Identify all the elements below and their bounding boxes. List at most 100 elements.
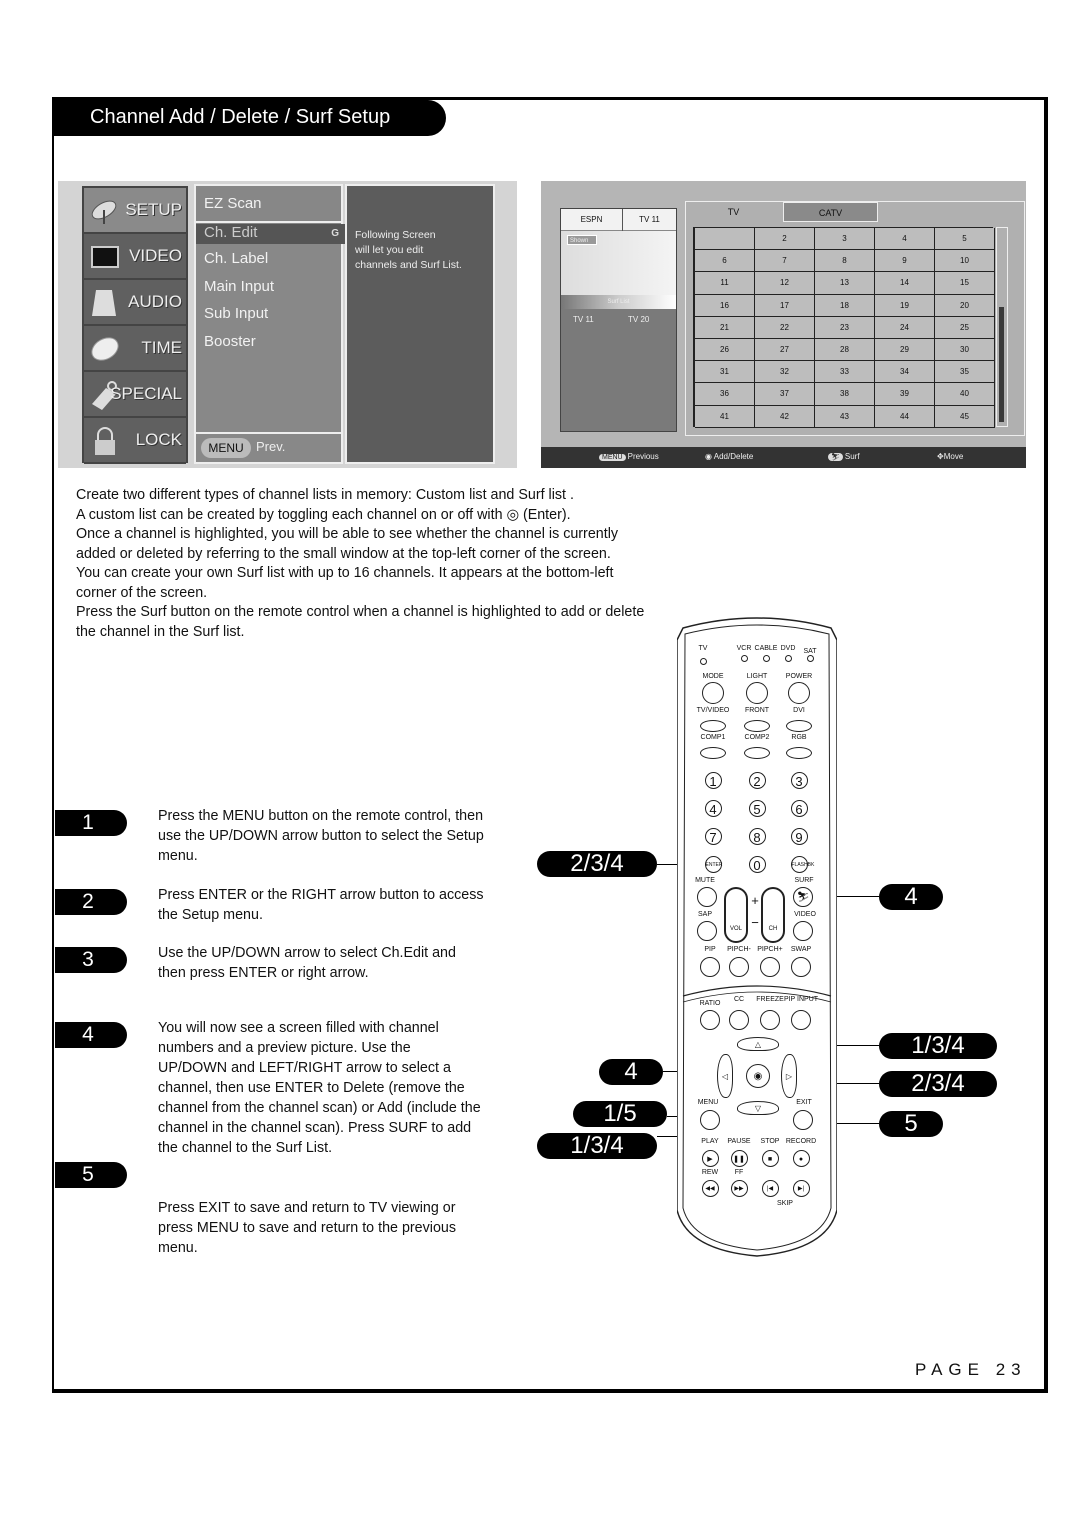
- channel-cell[interactable]: 29: [875, 339, 935, 362]
- menu-category-video[interactable]: VIDEO: [84, 234, 186, 280]
- channel-cell[interactable]: 2: [755, 228, 815, 251]
- dvi-button[interactable]: [786, 720, 812, 732]
- comp2-button[interactable]: [744, 747, 770, 759]
- channel-cell[interactable]: 35: [935, 361, 995, 384]
- tab-catv[interactable]: CATV: [783, 202, 878, 222]
- pipch--button[interactable]: [729, 957, 749, 977]
- channel-cell[interactable]: 33: [815, 361, 875, 384]
- channel-cell[interactable]: 5: [935, 228, 995, 251]
- channel-cell[interactable]: 36: [695, 383, 755, 406]
- channel-cell[interactable]: 18: [815, 294, 875, 317]
- pip-input-button[interactable]: [791, 1010, 811, 1030]
- rgb-button[interactable]: [786, 747, 812, 759]
- digit-flashbk-button[interactable]: FLASHBK: [790, 855, 814, 873]
- source-led-vcr[interactable]: [740, 654, 748, 662]
- channel-cell[interactable]: 32: [755, 361, 815, 384]
- channel-cell[interactable]: 3: [815, 228, 875, 251]
- channel-cell[interactable]: 12: [755, 272, 815, 295]
- mode-button[interactable]: [702, 682, 724, 704]
- menu-category-lock[interactable]: LOCK: [84, 418, 186, 464]
- channel-cell[interactable]: 44: [875, 405, 935, 428]
- channel-rocker[interactable]: [761, 887, 785, 943]
- up-arrow-button[interactable]: △: [737, 1037, 779, 1051]
- channel-cell[interactable]: [695, 228, 755, 251]
- digit-7-button[interactable]: 7: [704, 827, 722, 845]
- skip-back-button[interactable]: |◀: [761, 1179, 779, 1197]
- submenu-item-booster[interactable]: Booster: [204, 333, 256, 350]
- volume-rocker[interactable]: [724, 887, 748, 943]
- channel-cell[interactable]: 25: [935, 316, 995, 339]
- menu-category-special[interactable]: SPECIAL: [84, 372, 186, 418]
- channel-cell[interactable]: 28: [815, 339, 875, 362]
- channel-cell[interactable]: 17: [755, 294, 815, 317]
- digit-5-button[interactable]: 5: [748, 799, 766, 817]
- submenu-item-main-input[interactable]: Main Input: [204, 278, 274, 295]
- surf-list-item[interactable]: TV 20: [628, 315, 649, 324]
- channel-cell[interactable]: 4: [875, 228, 935, 251]
- submenu-item-ch-label[interactable]: Ch. Label: [204, 250, 268, 267]
- channel-cell[interactable]: 16: [695, 294, 755, 317]
- digit-2-button[interactable]: 2: [748, 771, 766, 789]
- channel-cell[interactable]: 41: [695, 405, 755, 428]
- light-button[interactable]: [746, 682, 768, 704]
- channel-grid-scrollbar[interactable]: [996, 227, 1008, 427]
- channel-cell[interactable]: 8: [815, 250, 875, 273]
- channel-cell[interactable]: 24: [875, 316, 935, 339]
- source-led-dvd[interactable]: [784, 654, 792, 662]
- cc-button[interactable]: [729, 1010, 749, 1030]
- digit-4-button[interactable]: 4: [704, 799, 722, 817]
- digit-0-button[interactable]: 0: [748, 855, 766, 873]
- stop-button[interactable]: ■: [761, 1149, 779, 1167]
- channel-cell[interactable]: 37: [755, 383, 815, 406]
- channel-cell[interactable]: 22: [755, 316, 815, 339]
- enter-center-button[interactable]: ◉: [746, 1064, 770, 1088]
- digit-1-button[interactable]: 1: [704, 771, 722, 789]
- digit-6-button[interactable]: 6: [790, 799, 808, 817]
- menu-category-setup[interactable]: SETUP: [84, 188, 186, 234]
- submenu-item-sub-input[interactable]: Sub Input: [204, 305, 268, 322]
- digit-enter-button[interactable]: ENTER: [704, 855, 722, 873]
- tab-tv[interactable]: TV: [686, 202, 781, 222]
- right-arrow-button[interactable]: ▷: [781, 1054, 797, 1098]
- channel-cell[interactable]: 31: [695, 361, 755, 384]
- channel-cell[interactable]: 27: [755, 339, 815, 362]
- channel-cell[interactable]: 6: [695, 250, 755, 273]
- sap-button[interactable]: [697, 921, 717, 941]
- channel-cell[interactable]: 9: [875, 250, 935, 273]
- front-button[interactable]: [744, 720, 770, 732]
- freeze-button[interactable]: [760, 1010, 780, 1030]
- pipch+-button[interactable]: [760, 957, 780, 977]
- scrollbar-thumb[interactable]: [999, 307, 1004, 422]
- channel-cell[interactable]: 34: [875, 361, 935, 384]
- comp1-button[interactable]: [700, 747, 726, 759]
- channel-cell[interactable]: 40: [935, 383, 995, 406]
- channel-cell[interactable]: 42: [755, 405, 815, 428]
- record-button[interactable]: ●: [792, 1149, 810, 1167]
- ratio-button[interactable]: [700, 1010, 720, 1030]
- fast-forward-button[interactable]: ▶▶: [730, 1179, 748, 1197]
- exit-button[interactable]: [793, 1110, 813, 1130]
- channel-cell[interactable]: 21: [695, 316, 755, 339]
- channel-cell[interactable]: 39: [875, 383, 935, 406]
- channel-cell[interactable]: 7: [755, 250, 815, 273]
- channel-cell[interactable]: 14: [875, 272, 935, 295]
- channel-cell[interactable]: 10: [935, 250, 995, 273]
- menu-button[interactable]: [700, 1110, 720, 1130]
- channel-cell[interactable]: 38: [815, 383, 875, 406]
- channel-cell[interactable]: 43: [815, 405, 875, 428]
- channel-cell[interactable]: 15: [935, 272, 995, 295]
- play-button[interactable]: ▶: [701, 1149, 719, 1167]
- menu-category-time[interactable]: TIME: [84, 326, 186, 372]
- tv-video-button[interactable]: [700, 720, 726, 732]
- down-arrow-button[interactable]: ▽: [737, 1101, 779, 1115]
- channel-cell[interactable]: 26: [695, 339, 755, 362]
- digit-9-button[interactable]: 9: [790, 827, 808, 845]
- rewind-button[interactable]: ◀◀: [701, 1179, 719, 1197]
- channel-cell[interactable]: 20: [935, 294, 995, 317]
- power-button[interactable]: [788, 682, 810, 704]
- source-led-sat[interactable]: [806, 654, 814, 662]
- mute-button[interactable]: [697, 887, 717, 907]
- video-button[interactable]: [793, 921, 813, 941]
- skip-forward-button[interactable]: ▶|: [792, 1179, 810, 1197]
- pip-button[interactable]: [700, 957, 720, 977]
